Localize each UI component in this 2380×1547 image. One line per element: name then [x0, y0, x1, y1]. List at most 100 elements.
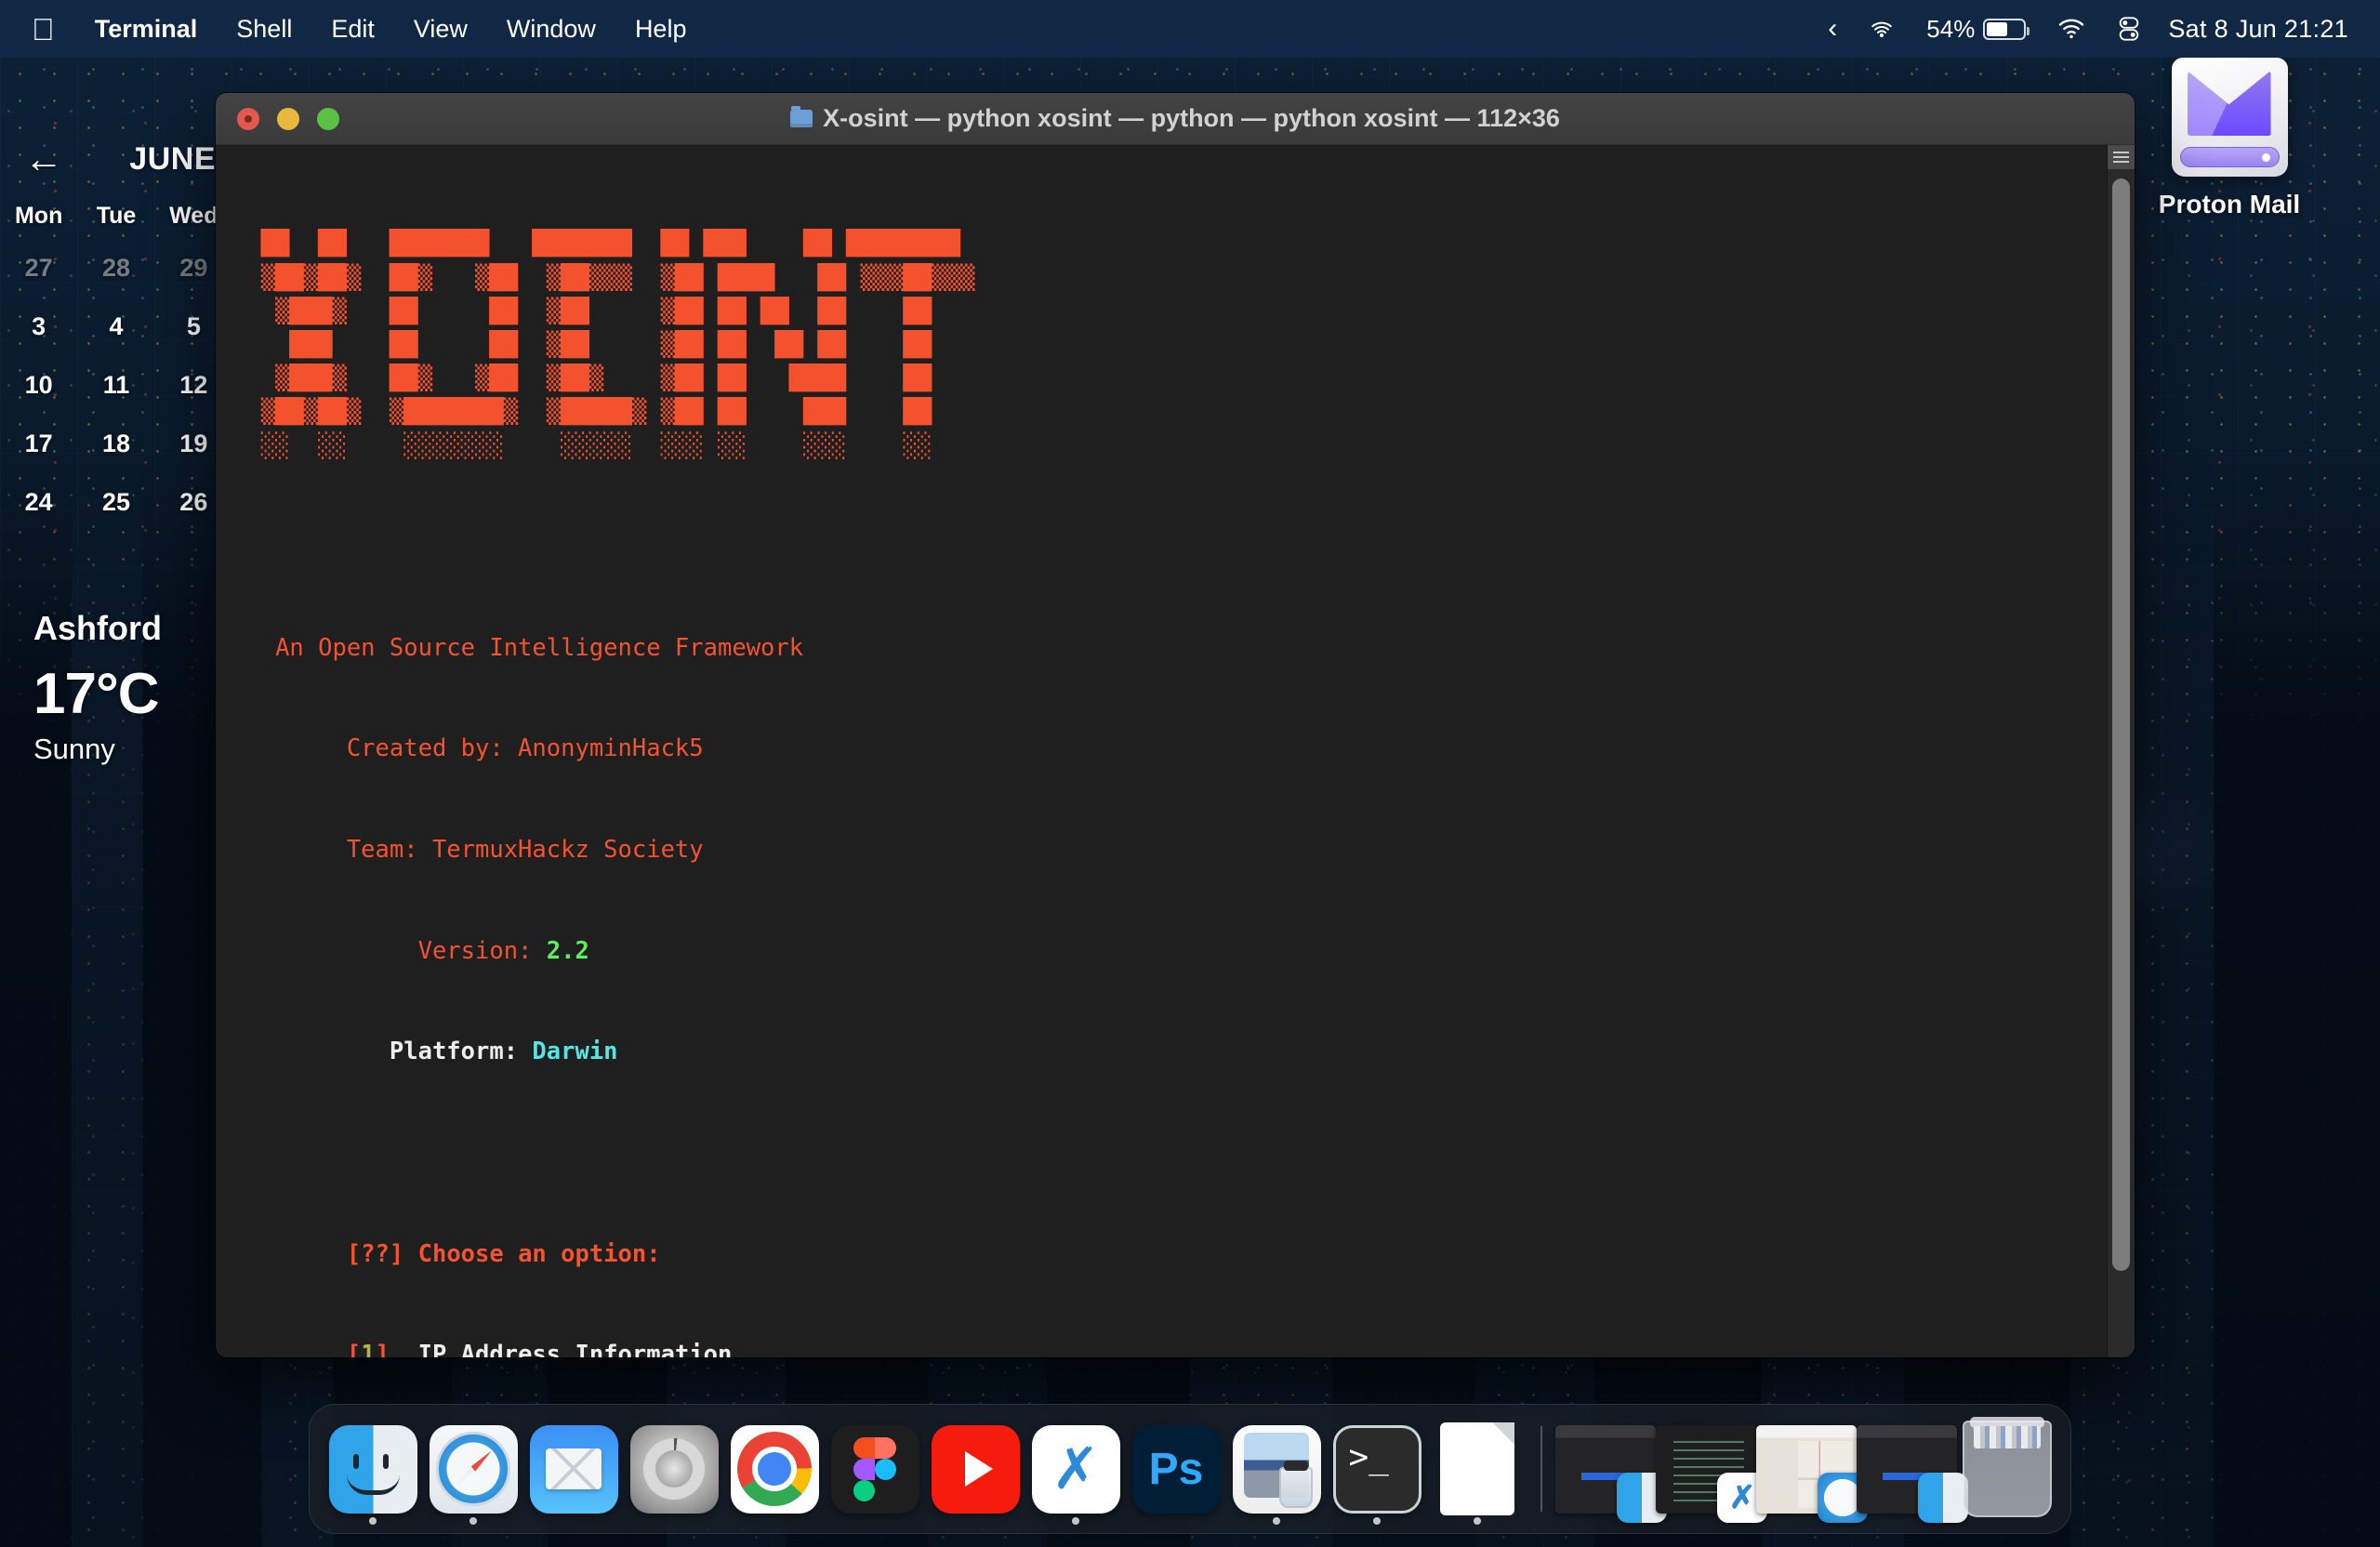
calendar-day[interactable]: 27	[0, 254, 77, 283]
dock-item-visual-studio-code[interactable]: ✗	[1025, 1408, 1126, 1530]
battery-status[interactable]: 54%	[1911, 15, 2042, 44]
dock-item-mail[interactable]	[523, 1408, 624, 1530]
menu-item-window[interactable]: Window	[487, 17, 615, 42]
calendar-day[interactable]: 3	[0, 312, 77, 341]
calendar-header: ← JUNE	[0, 139, 232, 178]
disk-slot	[2180, 147, 2280, 167]
weather-temperature: 17°C	[33, 661, 162, 727]
tagline: An Open Source Intelligence Framework	[275, 634, 803, 662]
scrollbar-thumb[interactable]	[2112, 178, 2130, 1271]
battery-percent-label: 54%	[1926, 15, 1975, 44]
option-bracket-close: ]	[376, 1341, 390, 1357]
dock-item-google-chrome[interactable]	[724, 1408, 825, 1530]
menubar-clock[interactable]: Sat 8 Jun 21:21	[2157, 15, 2352, 44]
platform-line: Platform: Darwin	[232, 1035, 2107, 1068]
vscode-icon: ✗	[1032, 1425, 1120, 1514]
weather-condition: Sunny	[33, 733, 162, 766]
menu-options-list: [1] IP Address Information [2] Email Add…	[232, 1338, 2107, 1357]
dock-minimized-vscode-window[interactable]: ✗	[1656, 1408, 1756, 1530]
prompt-tag: [??]	[347, 1240, 403, 1268]
menu-item-help[interactable]: Help	[615, 17, 707, 42]
terminal-output: ██ ██ ███████ ███████ ██ ███ ██ ████████…	[216, 145, 2107, 1357]
minimize-button[interactable]	[277, 108, 299, 130]
menu-item-shell[interactable]: Shell	[217, 17, 311, 42]
scrollbar-grip[interactable]	[2108, 145, 2135, 169]
dock-item-finder[interactable]	[323, 1408, 423, 1530]
dock-item-document[interactable]	[1427, 1408, 1527, 1530]
calendar-day[interactable]: 28	[77, 254, 154, 283]
calendar-day[interactable]: 17	[0, 430, 77, 458]
dock-item-youtube[interactable]	[925, 1408, 1025, 1530]
maximize-button[interactable]	[317, 108, 339, 130]
proton-mail-m-logo	[2188, 71, 2271, 136]
airplay-icon[interactable]	[1853, 16, 1911, 42]
wifi-icon[interactable]	[2042, 18, 2101, 40]
calendar-dow-mon: Mon	[0, 203, 77, 230]
team-line: Team: TermuxHackz Society	[232, 833, 2107, 866]
version-line: Version: 2.2	[232, 934, 2107, 968]
window-title: X-osint — python xosint — python — pytho…	[823, 104, 1560, 133]
dock-divider	[1540, 1426, 1542, 1512]
dock-minimized-safari-maps-window[interactable]	[1756, 1408, 1857, 1530]
calendar-day[interactable]: 24	[0, 488, 77, 517]
preview-icon	[1233, 1425, 1321, 1514]
dock-item-trash[interactable]	[1957, 1408, 2057, 1530]
calendar-day[interactable]: 4	[77, 312, 154, 341]
youtube-icon	[932, 1425, 1020, 1514]
option-bracket-open: [	[347, 1341, 361, 1357]
terminal-titlebar[interactable]: X-osint — python xosint — python — pytho…	[216, 93, 2135, 145]
menu-item-terminal[interactable]: Terminal	[75, 17, 218, 42]
window-title-container: X-osint — python xosint — python — pytho…	[216, 104, 2135, 133]
dock-item-system-settings[interactable]	[624, 1408, 724, 1530]
battery-icon	[1983, 19, 2026, 40]
dock-item-preview[interactable]	[1226, 1408, 1327, 1530]
control-center-icon[interactable]	[2101, 16, 2157, 42]
calendar-day[interactable]: 25	[77, 488, 154, 517]
close-button[interactable]	[237, 108, 259, 130]
terminal-window[interactable]: X-osint — python xosint — python — pytho…	[216, 93, 2135, 1357]
platform-label: Platform:	[390, 1038, 518, 1065]
figma-icon	[831, 1425, 919, 1514]
desktop-icon-proton-mail[interactable]: Proton Mail	[2136, 58, 2322, 219]
version-value: 2.2	[547, 937, 589, 965]
mail-icon	[530, 1425, 618, 1514]
terminal-icon: >_	[1333, 1425, 1421, 1514]
menu-item-view[interactable]: View	[394, 17, 487, 42]
gear-icon	[630, 1425, 719, 1514]
option-number: 1	[361, 1341, 375, 1357]
proton-mail-disk-icon	[2172, 58, 2288, 177]
calendar-grid: 27 28 29 3 4 5 10 11 12 17 18 19 24 25 2…	[0, 254, 232, 517]
calendar-widget[interactable]: ← JUNE Mon Tue Wed 27 28 29 3 4 5 10 11 …	[0, 139, 232, 517]
weather-city-label: Ashford	[33, 609, 162, 648]
dock-item-terminal[interactable]: >_	[1327, 1408, 1427, 1530]
dock-item-photoshop[interactable]: Ps	[1126, 1408, 1226, 1530]
prompt-text: Choose an option:	[418, 1240, 661, 1268]
created-by-label: Created by: AnonyminHack5	[347, 734, 704, 762]
menu-option-1[interactable]: [1] IP Address Information	[232, 1338, 2107, 1357]
calendar-day[interactable]: 11	[77, 371, 154, 400]
calendar-day[interactable]: 10	[0, 371, 77, 400]
version-label: Version:	[418, 937, 533, 965]
back-chevron-icon[interactable]: ‹	[1812, 13, 1853, 45]
menu-item-edit[interactable]: Edit	[311, 17, 394, 42]
dock-minimized-finder-window[interactable]	[1555, 1408, 1656, 1530]
terminal-blank-line	[232, 530, 2107, 563]
platform-value: Darwin	[532, 1038, 617, 1065]
dock-item-figma[interactable]	[825, 1408, 925, 1530]
desktop-icon-label: Proton Mail	[2136, 190, 2322, 219]
xosint-ascii-banner: ██ ██ ███████ ███████ ██ ███ ██ ████████…	[232, 227, 2107, 462]
apple-menu-icon[interactable]: 	[22, 14, 75, 45]
window-controls	[216, 108, 339, 130]
dock-item-safari[interactable]	[423, 1408, 523, 1530]
calendar-day-names: Mon Tue Wed	[0, 203, 232, 230]
terminal-scrollbar[interactable]	[2107, 145, 2135, 1357]
back-arrow-icon[interactable]: ←	[24, 139, 63, 178]
calendar-day[interactable]: 18	[77, 430, 154, 458]
dock[interactable]: ✗ Ps >_ ✗	[309, 1404, 2071, 1534]
weather-widget[interactable]: Ashford 17°C Sunny	[33, 609, 162, 766]
dock-minimized-finder-window-2[interactable]	[1857, 1408, 1957, 1530]
document-icon	[1440, 1422, 1514, 1515]
calendar-month-label: JUNE	[129, 141, 216, 178]
terminal-body[interactable]: ██ ██ ███████ ███████ ██ ███ ██ ████████…	[216, 145, 2135, 1357]
menu-bar-status: ‹ 54%	[1812, 13, 2352, 45]
